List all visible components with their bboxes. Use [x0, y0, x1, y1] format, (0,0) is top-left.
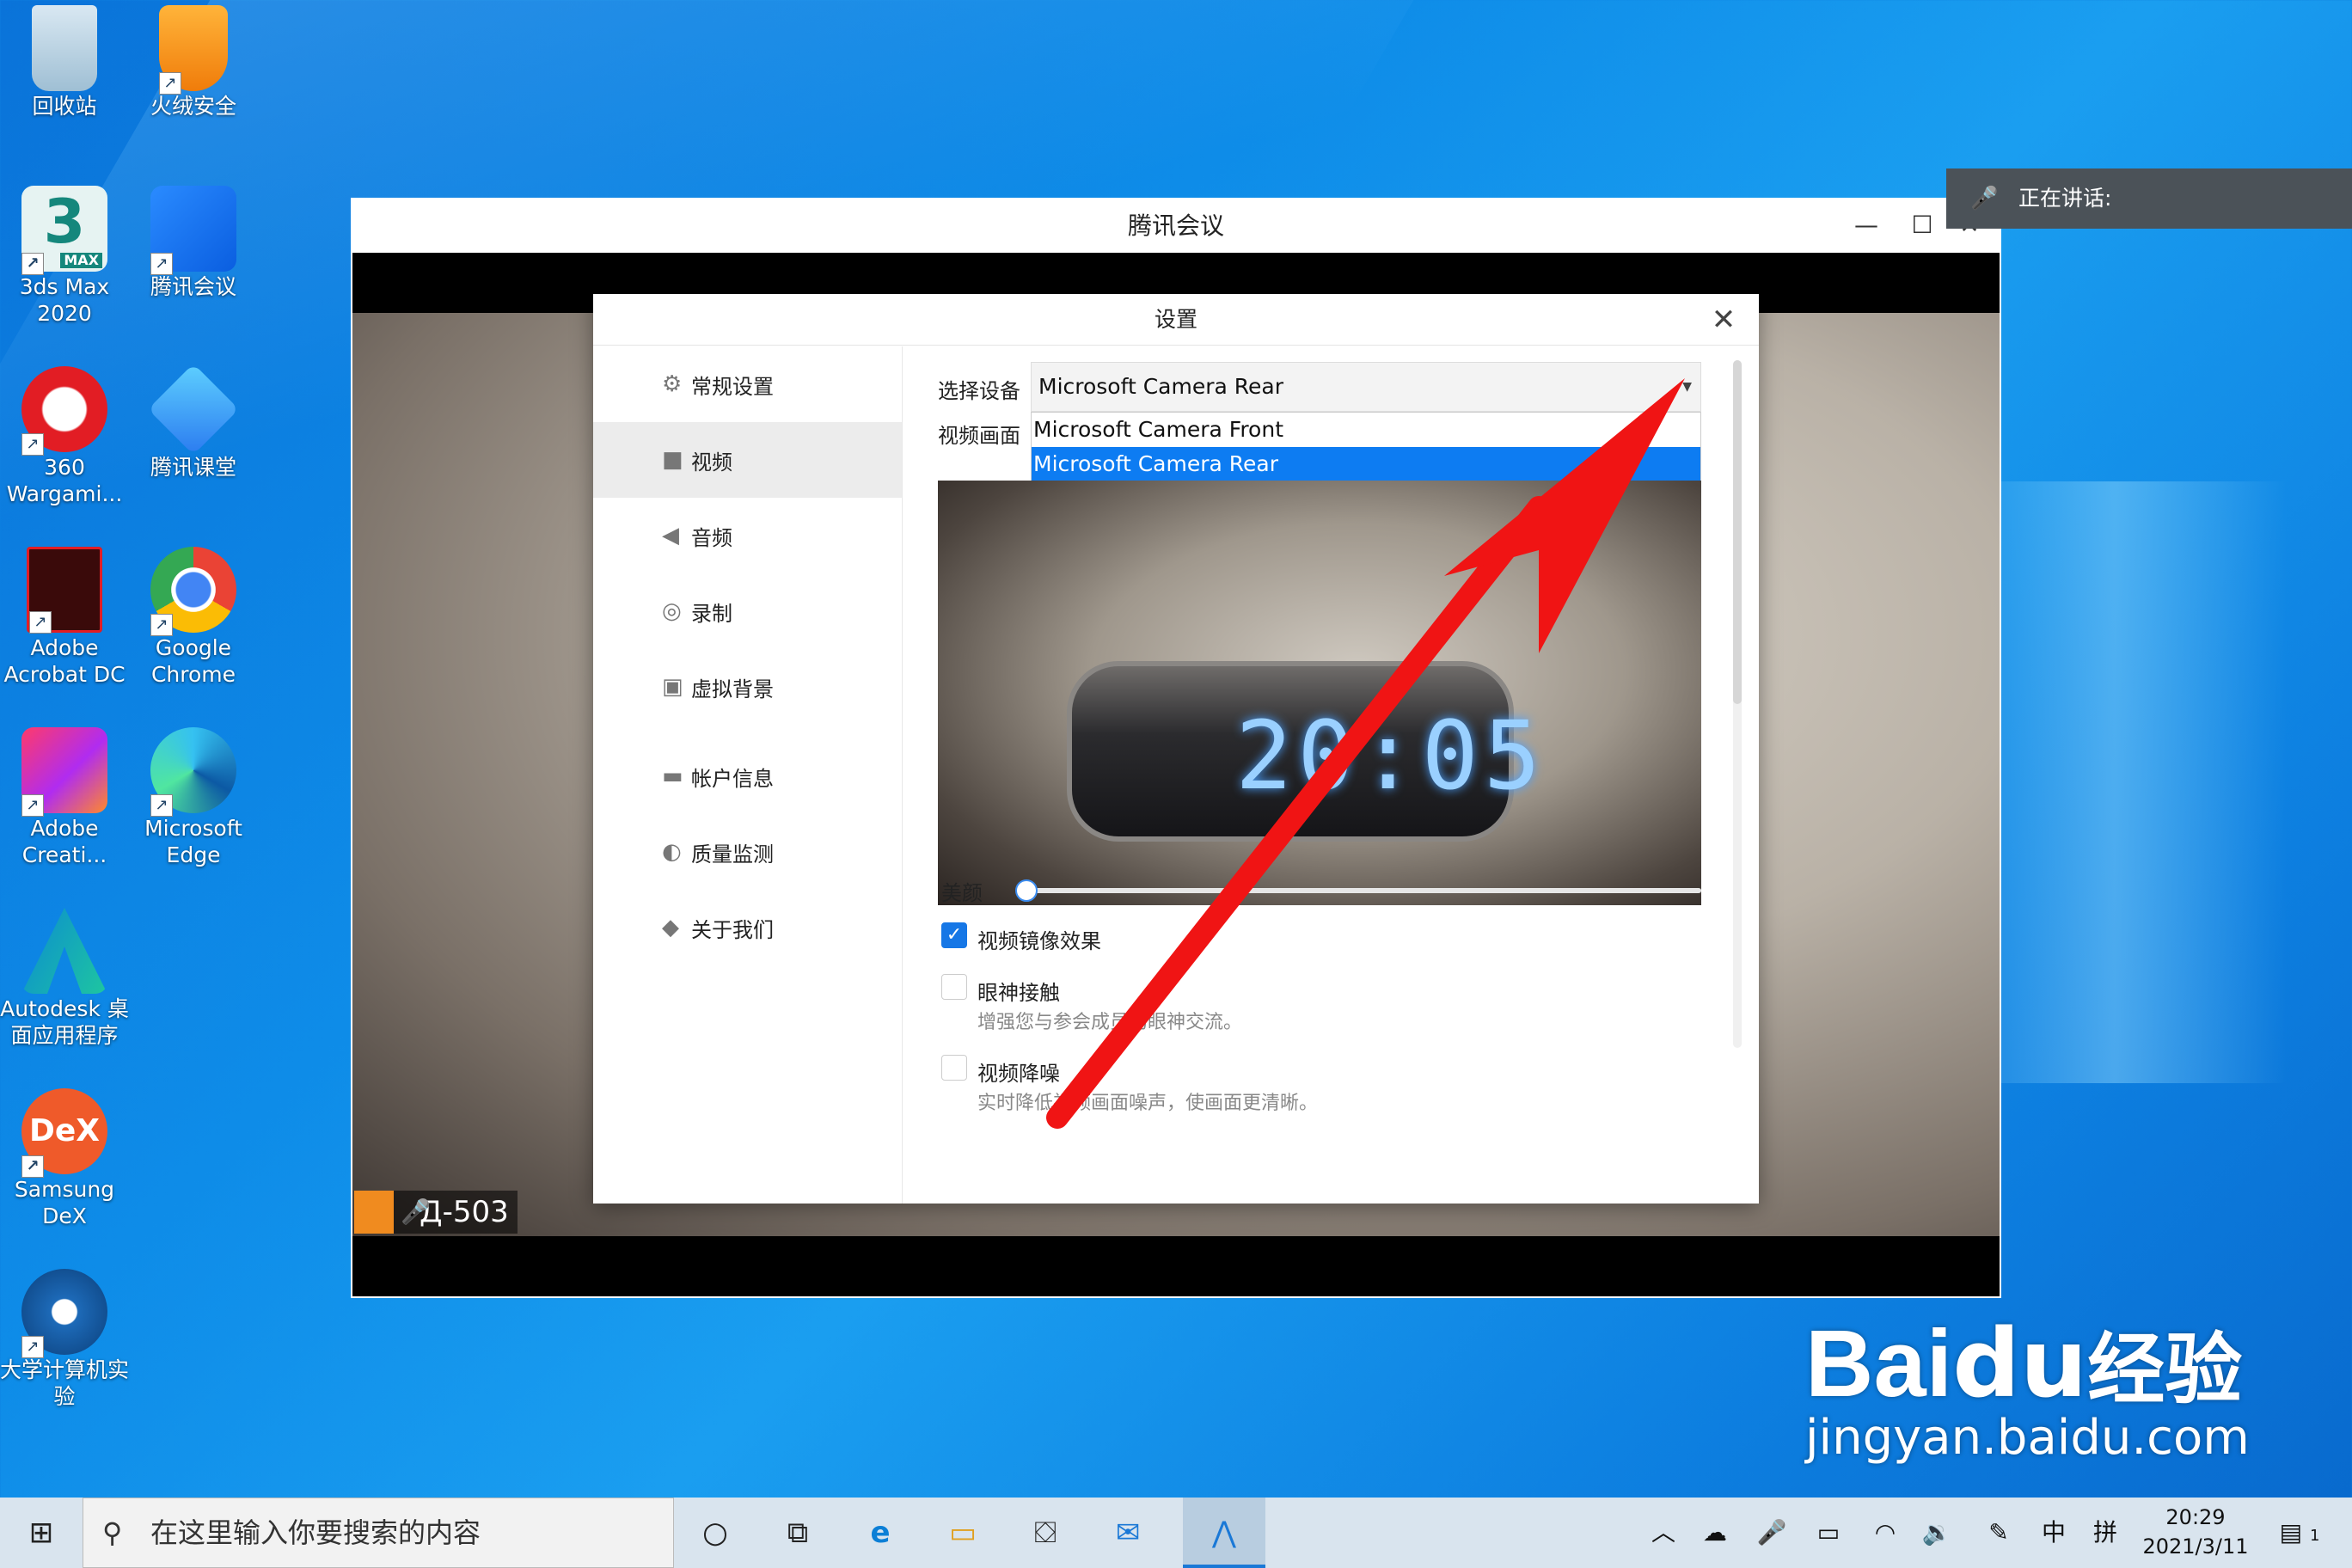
file-explorer-icon[interactable]: ▭ [922, 1498, 1004, 1568]
search-icon: ⚲ [102, 1516, 123, 1549]
show-hidden-icons[interactable]: ︿ [1642, 1498, 1685, 1568]
pen-icon[interactable]: ✎ [1977, 1498, 2020, 1568]
clock-time: 20:29 [2165, 1505, 2226, 1529]
search-placeholder: 在这里输入你要搜索的内容 [150, 1516, 481, 1549]
system-clock[interactable]: 20:29 2021/3/11 [2135, 1503, 2256, 1561]
clock-date: 2021/3/11 [2142, 1534, 2249, 1559]
start-button[interactable]: ⊞ [0, 1498, 83, 1568]
cortana-button[interactable]: ○ [674, 1498, 756, 1568]
ime-mode[interactable]: 拼 [2084, 1498, 2127, 1568]
taskbar-edge-icon[interactable]: e [839, 1498, 922, 1568]
wifi-icon[interactable]: ◠ [1864, 1498, 1907, 1568]
notification-icon: ▤ [2279, 1518, 2303, 1547]
watermark-url: jingyan.baidu.com [1805, 1410, 2250, 1466]
mic-icon[interactable]: 🎤 [1750, 1498, 1793, 1568]
paw-icon: du [1952, 1308, 2087, 1418]
watermark-paw: du [1952, 1308, 2088, 1418]
volume-icon[interactable]: 🔉 [1915, 1498, 1958, 1568]
watermark-cn: 经验 [2087, 1325, 2243, 1415]
battery-icon[interactable]: ▭ [1807, 1498, 1850, 1568]
ime-language[interactable]: 中 [2032, 1498, 2075, 1568]
search-box[interactable]: ⚲ 在这里输入你要搜索的内容 [83, 1498, 674, 1568]
mail-icon[interactable]: ✉ [1087, 1498, 1169, 1568]
store-icon[interactable]: ⛋ [1004, 1498, 1087, 1568]
notification-count: 1 [2309, 1527, 2320, 1545]
notification-button[interactable]: ▤ 1 [2269, 1498, 2330, 1568]
onedrive-icon[interactable]: ☁ [1694, 1498, 1736, 1568]
taskbar-tencent-meeting-icon[interactable]: ⋀ [1183, 1498, 1265, 1568]
watermark-brand: Bai [1805, 1311, 1953, 1417]
baidu-watermark: Baidu经验 jingyan.baidu.com [1805, 1307, 2250, 1466]
taskbar: ⊞ ⚲ 在这里输入你要搜索的内容 ○ ⧉ e ▭ ⛋ ✉ ⋀ ︿ ☁ 🎤 ▭ ◠… [0, 1498, 2352, 1568]
task-view-button[interactable]: ⧉ [756, 1498, 839, 1568]
